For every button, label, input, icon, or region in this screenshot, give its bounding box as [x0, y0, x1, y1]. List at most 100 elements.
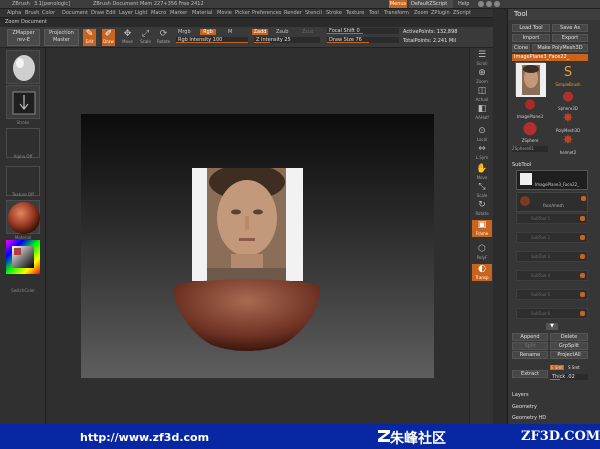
delete-button[interactable]: Delete	[550, 333, 588, 341]
project-all-button[interactable]: ProjectAll	[550, 351, 588, 359]
transp-button[interactable]: ◐ Transp	[472, 264, 492, 281]
move-tool-button[interactable]: ✥ Move	[121, 29, 134, 46]
rename-button[interactable]: Rename	[512, 351, 548, 359]
projection-master-button[interactable]: Projection Master	[44, 29, 79, 46]
import-button[interactable]: Import	[512, 34, 550, 42]
arrow-down-icon[interactable]: ▼	[546, 323, 558, 330]
simplebrush-tool[interactable]: S SimpleBrush	[554, 64, 582, 90]
visibility-toggle-icon[interactable]	[581, 196, 586, 201]
visibility-toggle-icon[interactable]	[580, 254, 585, 259]
visibility-toggle-icon[interactable]	[580, 311, 585, 316]
scale-view-button[interactable]: ⤡ Scale	[472, 182, 492, 199]
draw-size-slider[interactable]: Draw Size 76	[327, 37, 399, 43]
close-icon[interactable]	[494, 1, 500, 7]
rgb-intensity-slider[interactable]: Rgb Intensity 100	[176, 37, 248, 43]
subtool-slot[interactable]: SubTool 6	[516, 308, 588, 319]
menu-item[interactable]: Render	[284, 10, 302, 16]
make-polymesh-button[interactable]: Make PolyMesh3D	[532, 44, 588, 52]
maximize-icon[interactable]	[486, 1, 492, 7]
z-intensity-slider[interactable]: Z Intensity 25	[254, 37, 320, 43]
tray-divider[interactable]	[493, 9, 506, 424]
menu-item[interactable]: ZScript	[453, 10, 471, 16]
menu-item[interactable]: Movie	[217, 10, 232, 16]
menu-item[interactable]: Color	[42, 10, 55, 16]
load-tool-button[interactable]: Load Tool	[512, 24, 550, 32]
s-smt-toggle[interactable]: S Smt	[568, 365, 580, 370]
lsym-button[interactable]: ⇔ L.Sym	[472, 144, 492, 161]
imageplane-tool[interactable]: ● ImagePlane3	[516, 96, 544, 122]
menu-item[interactable]: Marker	[170, 10, 187, 16]
menu-item[interactable]: Edit	[106, 10, 116, 16]
extract-button[interactable]: Extract	[512, 370, 548, 378]
menu-item[interactable]: Light	[135, 10, 147, 16]
subtool-slot[interactable]: SubTool 5	[516, 289, 588, 300]
frame-button[interactable]: ▣ Frame	[472, 220, 492, 237]
menu-item[interactable]: Picker	[235, 10, 250, 16]
zsub-button[interactable]: Zsub	[276, 29, 288, 35]
polyf-button[interactable]: ⬡ PolyF	[472, 244, 492, 261]
helmet2-tool[interactable]: ✸ helmet2	[554, 132, 582, 158]
subtool-slot[interactable]: SubTool 1	[516, 213, 588, 224]
menu-item[interactable]: Layer	[119, 10, 133, 16]
subtool-slot[interactable]: SubTool 4	[516, 270, 588, 281]
edit-tool-button[interactable]: ✎ Edit	[83, 29, 96, 46]
visibility-toggle-icon[interactable]	[580, 216, 585, 221]
geometry-hd-section[interactable]: Geometry HD	[512, 415, 546, 421]
menu-item[interactable]: Tool	[369, 10, 379, 16]
subtool-item[interactable]: face/mesh	[516, 192, 588, 212]
scroll-button[interactable]: ☰ Scroll	[472, 50, 492, 67]
color-picker[interactable]	[6, 240, 40, 274]
actual-button[interactable]: ◫ Actual	[472, 86, 492, 103]
menu-item[interactable]: Document	[62, 10, 88, 16]
split-button[interactable]: Split	[512, 342, 548, 350]
current-tool-thumbnail[interactable]	[515, 62, 546, 97]
subtool-slot[interactable]: SubTool 2	[516, 232, 588, 243]
zoom-button[interactable]: ⊕ Zoom	[472, 68, 492, 85]
switch-color-button[interactable]: SwitchColor	[6, 288, 40, 293]
scale-tool-button[interactable]: ⤢ Scale	[139, 29, 152, 46]
stroke-thumbnail[interactable]	[6, 85, 40, 119]
zmapper-button[interactable]: ZMapper rev-E	[7, 29, 40, 46]
menu-item[interactable]: Zoom	[414, 10, 428, 16]
visibility-toggle-icon[interactable]	[580, 235, 585, 240]
rgb-button[interactable]: Rgb	[200, 29, 216, 35]
clone-button[interactable]: Clone	[512, 44, 530, 52]
draw-tool-button[interactable]: ✐ Draw	[102, 29, 115, 46]
rotate-tool-button[interactable]: ⟳ Rotate	[157, 29, 170, 46]
visibility-toggle-icon[interactable]	[580, 273, 585, 278]
zadd-button[interactable]: Zadd	[252, 29, 268, 35]
menu-item[interactable]: Material	[192, 10, 212, 16]
thick-slider[interactable]: Thick .02	[550, 374, 588, 380]
zcut-button[interactable]: Zcut	[302, 29, 313, 35]
subtool-scroll[interactable]: ▼	[516, 323, 588, 330]
local-button[interactable]: ⊙ Local	[472, 126, 492, 143]
menu-item[interactable]: Brush	[25, 10, 39, 16]
append-button[interactable]: Append	[512, 333, 548, 341]
current-tool-name[interactable]: ImagePlane3_Face22_	[512, 54, 588, 61]
material-thumbnail[interactable]	[6, 200, 40, 234]
minimize-icon[interactable]	[478, 1, 484, 7]
e-smt-toggle[interactable]: E Smt	[550, 365, 564, 370]
help-button[interactable]: Help	[458, 0, 469, 8]
subtool-item-active[interactable]: ImagePlane3_Face22_	[516, 170, 588, 190]
menu-item[interactable]: Stroke	[326, 10, 342, 16]
grp-split-button[interactable]: GrpSplit	[550, 342, 588, 350]
script-name-field[interactable]: DefaultZScript	[409, 0, 453, 8]
menu-item[interactable]: Stencil	[305, 10, 322, 16]
mrgb-button[interactable]: Mrgb	[178, 29, 191, 35]
menu-item[interactable]: Transform	[384, 10, 409, 16]
menu-item[interactable]: Macro	[151, 10, 166, 16]
aahalf-button[interactable]: ◧ AAHalf	[472, 104, 492, 121]
menu-item[interactable]: Draw	[91, 10, 104, 16]
move-view-button[interactable]: ✋ Move	[472, 164, 492, 181]
menu-item[interactable]: Alpha	[7, 10, 21, 16]
geometry-section[interactable]: Geometry	[512, 404, 537, 410]
menu-item[interactable]: Preferences	[252, 10, 281, 16]
subtool-header[interactable]: SubTool	[512, 162, 531, 168]
visibility-toggle-icon[interactable]	[580, 292, 585, 297]
subtool-slot[interactable]: SubTool 3	[516, 251, 588, 262]
menu-item[interactable]: Texture	[346, 10, 364, 16]
brush-thumbnail[interactable]	[6, 50, 40, 84]
save-as-button[interactable]: Save As	[552, 24, 588, 32]
m-button[interactable]: M	[228, 29, 232, 35]
